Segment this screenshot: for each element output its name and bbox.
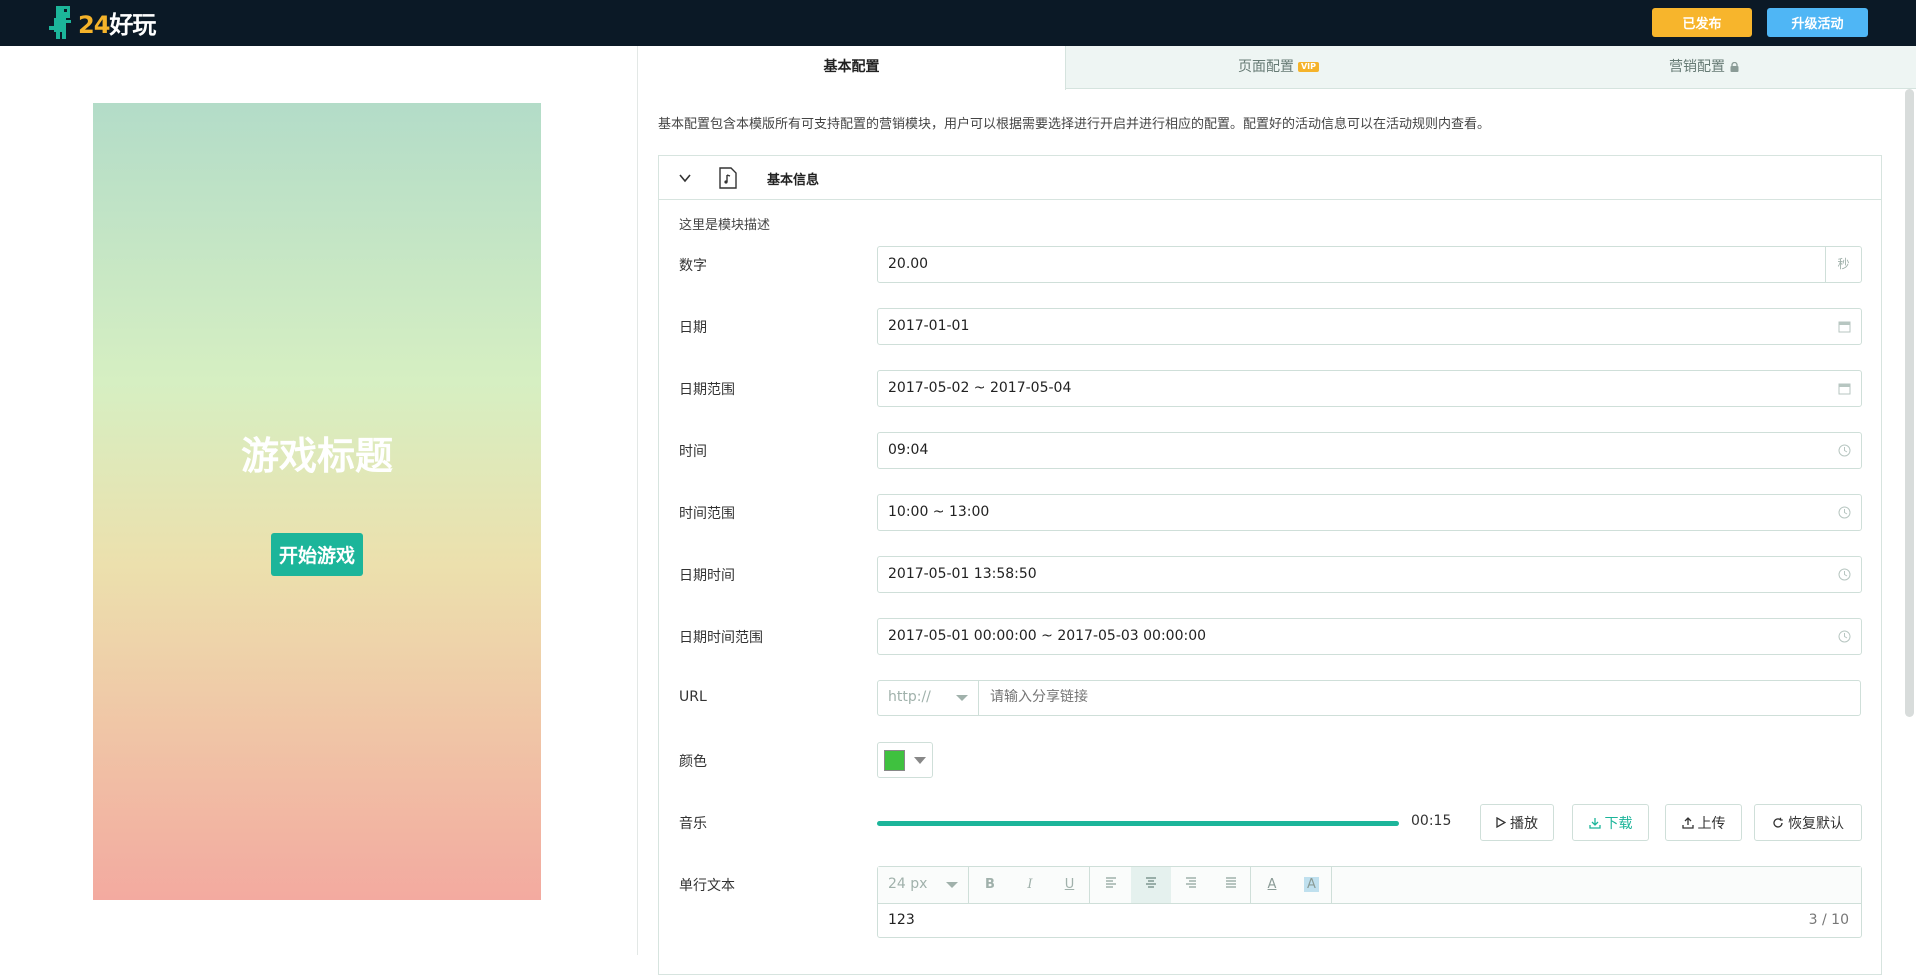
- char-count: 3 / 10: [1808, 912, 1849, 928]
- font-size-value: 24 px: [888, 876, 928, 892]
- upload-label: 上传: [1697, 815, 1726, 832]
- time-label: 时间: [679, 444, 707, 460]
- datetime-range-value: 2017-05-01 00:00:00 ~ 2017-05-03 00:00:0…: [888, 628, 1207, 644]
- single-text-value[interactable]: 123: [888, 912, 915, 928]
- tab-label: 营销配置: [1669, 59, 1725, 75]
- align-right-icon[interactable]: [1171, 867, 1211, 903]
- datetime-range-picker[interactable]: 2017-05-01 00:00:00 ~ 2017-05-03 00:00:0…: [877, 618, 1862, 655]
- game-title: 游戏标题: [240, 434, 393, 478]
- clock-icon: [1838, 506, 1851, 519]
- tab-basic-config[interactable]: 基本配置: [638, 46, 1066, 90]
- vip-badge: VIP: [1297, 62, 1320, 72]
- config-description: 基本配置包含本模版所有可支持配置的营销模块，用户可以根据需要选择进行开启并进行相…: [658, 117, 1491, 132]
- single-text-label: 单行文本: [679, 878, 735, 894]
- time-value: 09:04: [888, 442, 929, 458]
- date-label: 日期: [679, 320, 707, 336]
- url-protocol-value: http://: [888, 689, 931, 705]
- play-label: 播放: [1510, 815, 1538, 832]
- date-range-value: 2017-05-02 ~ 2017-05-04: [888, 380, 1072, 396]
- align-center-icon[interactable]: [1131, 867, 1171, 903]
- caret-down-icon: [946, 882, 958, 888]
- align-justify-icon[interactable]: [1211, 867, 1251, 903]
- datetime-range-label: 日期时间范围: [679, 630, 763, 646]
- clock-icon: [1838, 568, 1851, 581]
- tab-label: 基本配置: [823, 59, 880, 75]
- clock-icon: [1838, 444, 1851, 457]
- time-picker[interactable]: 09:04: [877, 432, 1862, 469]
- dinosaur-mascot-icon: [49, 6, 71, 39]
- number-suffix: 秒: [1825, 247, 1861, 282]
- logo-text: 24好玩: [78, 5, 156, 40]
- color-label: 颜色: [679, 754, 707, 770]
- play-button[interactable]: 播放: [1480, 804, 1554, 841]
- url-field: http://: [877, 680, 1861, 716]
- calendar-icon: [1838, 321, 1851, 333]
- document-icon: [719, 167, 737, 189]
- number-label: 数字: [679, 258, 707, 274]
- start-game-button[interactable]: 开始游戏: [271, 533, 363, 576]
- tab-label: 页面配置: [1237, 59, 1294, 75]
- upload-button[interactable]: 上传: [1665, 804, 1742, 841]
- font-color-icon[interactable]: A: [1252, 867, 1292, 903]
- caret-down-icon: [914, 757, 926, 764]
- align-left-icon[interactable]: [1091, 867, 1131, 903]
- lock-icon: [1730, 62, 1739, 72]
- calendar-icon: [1838, 383, 1851, 395]
- number-input[interactable]: 20.00 秒: [877, 246, 1862, 283]
- refresh-icon: [1773, 817, 1783, 828]
- published-button[interactable]: 已发布: [1652, 8, 1752, 37]
- editor-toolbar: 24 px B I U A A: [878, 867, 1861, 904]
- config-panel: 基本配置 页面配置 VIP 营销配置 基本配置包含本模版所有可支持配置的营销模块，…: [637, 46, 1916, 975]
- download-button[interactable]: 下载: [1572, 804, 1649, 841]
- rich-text-editor: 24 px B I U A A 123 3 / 10: [877, 866, 1862, 938]
- underline-icon[interactable]: U: [1050, 867, 1090, 903]
- date-range-picker[interactable]: 2017-05-02 ~ 2017-05-04: [877, 370, 1862, 407]
- download-icon: [1588, 817, 1601, 829]
- scrollbar[interactable]: [1905, 89, 1914, 717]
- number-value: 20.00: [888, 256, 929, 272]
- music-time: 00:15: [1411, 813, 1452, 829]
- module-description: 这里是模块描述: [679, 218, 771, 233]
- logo-label: 好玩: [109, 10, 156, 39]
- italic-icon[interactable]: I: [1010, 867, 1050, 903]
- url-protocol-select[interactable]: http://: [878, 681, 979, 715]
- section-title: 基本信息: [767, 173, 820, 188]
- bold-icon[interactable]: B: [970, 867, 1010, 903]
- caret-down-icon: [956, 695, 968, 701]
- play-icon: [1496, 817, 1506, 828]
- color-picker[interactable]: [877, 742, 933, 778]
- clock-icon: [1838, 630, 1851, 643]
- time-range-value: 10:00 ~ 13:00: [888, 504, 990, 520]
- upload-icon: [1681, 816, 1694, 829]
- restore-default-button[interactable]: 恢复默认: [1754, 804, 1862, 841]
- font-size-select[interactable]: 24 px: [878, 867, 969, 903]
- upgrade-activity-button[interactable]: 升级活动: [1767, 8, 1868, 37]
- tab-marketing-config[interactable]: 营销配置: [1491, 46, 1916, 89]
- date-value: 2017-01-01: [888, 318, 970, 334]
- datetime-label: 日期时间: [679, 568, 735, 584]
- config-tabs: 基本配置 页面配置 VIP 营销配置: [638, 46, 1916, 90]
- share-link-input[interactable]: [990, 689, 1690, 705]
- logo-number: 24: [78, 10, 110, 39]
- date-picker[interactable]: 2017-01-01: [877, 308, 1862, 345]
- time-range-label: 时间范围: [679, 506, 735, 522]
- url-label: URL: [679, 689, 707, 705]
- game-preview: 游戏标题 开始游戏: [93, 103, 541, 900]
- background-color-icon[interactable]: A: [1292, 867, 1332, 903]
- tab-page-config[interactable]: 页面配置 VIP: [1066, 46, 1491, 89]
- music-label: 音乐: [679, 816, 707, 832]
- music-progress-bar[interactable]: [877, 821, 1399, 826]
- restore-default-label: 恢复默认: [1788, 815, 1844, 832]
- section-header[interactable]: 基本信息: [659, 156, 1881, 200]
- datetime-picker[interactable]: 2017-05-01 13:58:50: [877, 556, 1862, 593]
- chevron-down-icon[interactable]: [679, 172, 691, 184]
- color-swatch: [884, 750, 905, 771]
- logo: 24好玩: [46, 3, 156, 41]
- download-label: 下载: [1604, 815, 1633, 832]
- top-bar: 24好玩 已发布 升级活动: [0, 0, 1916, 46]
- basic-info-section: 基本信息 这里是模块描述 数字 20.00 秒 日期 2017-01-01 日期…: [658, 155, 1882, 975]
- datetime-value: 2017-05-01 13:58:50: [888, 566, 1037, 582]
- time-range-picker[interactable]: 10:00 ~ 13:00: [877, 494, 1862, 531]
- date-range-label: 日期范围: [679, 382, 735, 398]
